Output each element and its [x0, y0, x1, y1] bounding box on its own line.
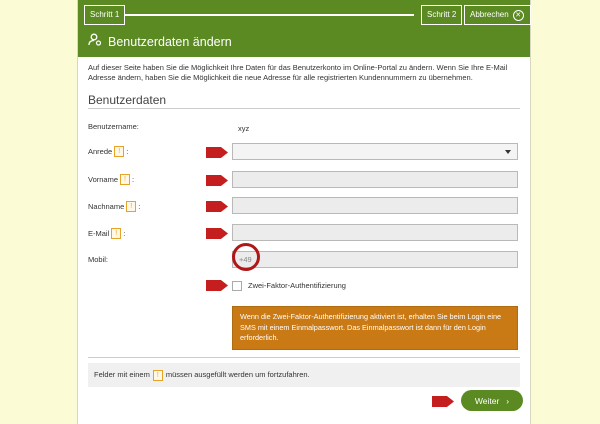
page-title: Benutzerdaten ändern	[108, 35, 232, 49]
username-label: Benutzername:	[88, 122, 139, 131]
required-icon: !	[111, 228, 122, 239]
step-1: Schritt 1	[84, 5, 126, 25]
label-colon: :	[132, 175, 135, 184]
required-icon: !	[120, 174, 131, 185]
header-bar: Schritt 1 Schritt 2 Abbrechen ✕ Benutzer…	[78, 0, 531, 57]
step-2: Schritt 2	[421, 5, 463, 25]
label-colon: :	[123, 229, 126, 238]
step-progress-line	[122, 14, 414, 16]
annotation-arrow	[206, 147, 228, 158]
annotation-arrow	[206, 201, 228, 212]
annotation-arrow	[206, 280, 228, 291]
vorname-label-text: Vorname	[88, 175, 119, 184]
annotation-arrow	[206, 228, 228, 239]
required-icon: !	[126, 201, 137, 212]
next-button[interactable]: Weiter ›	[461, 390, 523, 411]
next-button-label: Weiter	[474, 395, 500, 406]
required-icon: !	[152, 369, 163, 381]
form-panel: Schritt 1 Schritt 2 Abbrechen ✕ Benutzer…	[77, 0, 531, 424]
anrede-select[interactable]	[232, 143, 518, 160]
twofa-info-box: Wenn die Zwei-Faktor-Authentifizierung a…	[232, 306, 518, 350]
email-label: E-Mail ! :	[88, 228, 125, 239]
required-note-before: Felder mit einem	[94, 370, 150, 379]
user-gear-icon	[88, 33, 102, 51]
vorname-label: Vorname ! :	[88, 174, 134, 185]
close-icon: ✕	[512, 9, 524, 21]
username-value: xyz	[238, 124, 250, 133]
anrede-label: Anrede ! :	[88, 146, 128, 157]
nachname-label: Nachname ! :	[88, 201, 140, 212]
cancel-button[interactable]: Abbrechen ✕	[464, 5, 531, 25]
required-note: Felder mit einem ! müssen ausgefüllt wer…	[88, 363, 520, 387]
anrede-label-text: Anrede	[88, 147, 113, 156]
nachname-input[interactable]	[232, 197, 518, 214]
chevron-down-icon	[505, 150, 511, 154]
annotation-arrow	[432, 396, 454, 407]
chevron-right-icon: ›	[506, 395, 510, 406]
footer-divider	[88, 357, 520, 358]
required-icon: !	[114, 146, 125, 157]
intro-text: Auf dieser Seite haben Sie die Möglichke…	[88, 63, 508, 82]
section-title: Benutzerdaten	[88, 93, 167, 107]
label-colon: :	[138, 202, 141, 211]
mobil-input[interactable]: +49	[232, 251, 518, 268]
twofa-checkbox[interactable]	[232, 281, 242, 291]
nachname-label-text: Nachname	[88, 202, 125, 211]
vorname-input[interactable]	[232, 171, 518, 188]
email-label-text: E-Mail	[88, 229, 110, 238]
email-input[interactable]	[232, 224, 518, 241]
mobil-label: Mobil:	[88, 255, 109, 264]
highlight-circle	[232, 243, 260, 271]
section-divider	[88, 108, 520, 109]
required-note-after: müssen ausgefüllt werden um fortzufahren…	[165, 370, 310, 379]
twofa-label: Zwei-Faktor-Authentifizierung	[248, 281, 346, 290]
annotation-arrow	[206, 175, 228, 186]
cancel-label: Abbrechen	[470, 10, 509, 19]
page-title-row: Benutzerdaten ändern	[88, 33, 232, 51]
label-colon: :	[126, 147, 129, 156]
